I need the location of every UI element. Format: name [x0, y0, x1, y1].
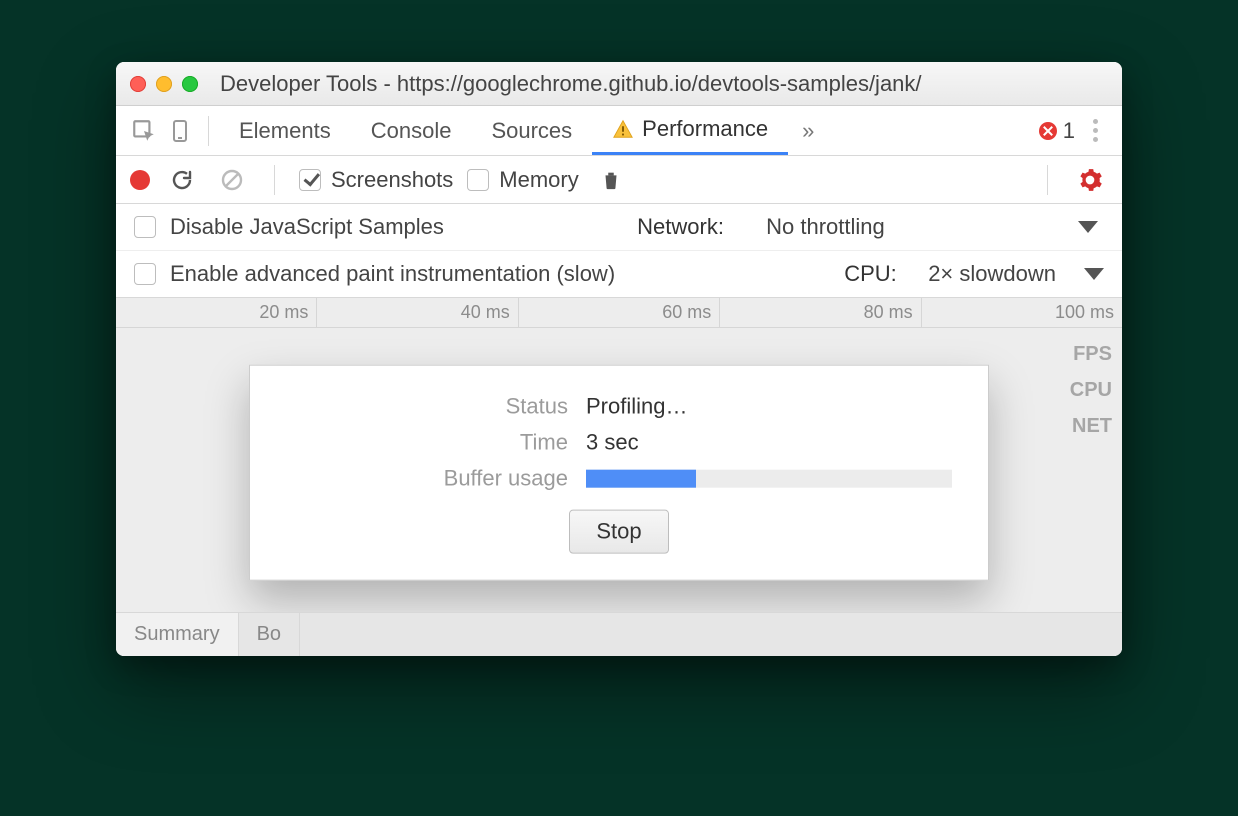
- more-tabs-icon[interactable]: »: [788, 118, 828, 144]
- lane-cpu: CPU: [1070, 372, 1112, 408]
- cpu-label: CPU:: [844, 261, 914, 287]
- screenshots-label: Screenshots: [331, 167, 453, 193]
- tab-sources[interactable]: Sources: [471, 106, 592, 155]
- tab-elements[interactable]: Elements: [219, 106, 351, 155]
- buffer-progress: [586, 470, 952, 488]
- device-toolbar-icon[interactable]: [162, 113, 198, 149]
- checkbox-icon: [299, 169, 321, 191]
- tab-summary[interactable]: Summary: [116, 613, 239, 656]
- checkbox-icon[interactable]: [134, 216, 156, 238]
- network-label: Network:: [637, 214, 752, 240]
- close-window-button[interactable]: [130, 76, 146, 92]
- clear-icon[interactable]: [214, 162, 250, 198]
- buffer-label: Buffer usage: [286, 466, 586, 492]
- memory-label: Memory: [499, 167, 578, 193]
- warning-icon: [612, 118, 634, 140]
- memory-toggle[interactable]: Memory: [467, 167, 578, 193]
- trash-icon[interactable]: [593, 162, 629, 198]
- tab-truncated[interactable]: Bo: [239, 613, 300, 656]
- lane-labels: FPS CPU NET: [1070, 336, 1112, 444]
- network-value[interactable]: No throttling: [766, 214, 885, 240]
- tab-performance[interactable]: Performance: [592, 106, 788, 155]
- perf-toolbar: Screenshots Memory: [116, 156, 1122, 204]
- tab-label: Elements: [239, 118, 331, 144]
- tab-label: Console: [371, 118, 452, 144]
- checkbox-icon: [467, 169, 489, 191]
- disable-js-samples-label: Disable JavaScript Samples: [170, 214, 444, 240]
- window-title: Developer Tools - https://googlechrome.g…: [220, 71, 922, 97]
- divider: [274, 165, 275, 195]
- lane-net: NET: [1070, 408, 1112, 444]
- details-tabbar: Summary Bo: [116, 612, 1122, 656]
- screenshots-toggle[interactable]: Screenshots: [299, 167, 453, 193]
- error-icon: [1039, 122, 1057, 140]
- timeline-area: 20 ms 40 ms 60 ms 80 ms 100 ms FPS CPU N…: [116, 298, 1122, 656]
- divider: [1047, 165, 1048, 195]
- advanced-paint-label: Enable advanced paint instrumentation (s…: [170, 261, 615, 287]
- record-button[interactable]: [130, 170, 150, 190]
- status-label: Status: [286, 394, 586, 420]
- tab-label: Performance: [642, 116, 768, 142]
- divider: [208, 116, 209, 146]
- traffic-lights: [130, 76, 198, 92]
- ruler-tick: 80 ms: [720, 298, 921, 327]
- time-label: Time: [286, 430, 586, 456]
- minimize-window-button[interactable]: [156, 76, 172, 92]
- tab-label: Sources: [491, 118, 572, 144]
- stop-button[interactable]: Stop: [569, 510, 668, 554]
- chevron-down-icon[interactable]: [1084, 268, 1104, 280]
- ruler-tick: 60 ms: [519, 298, 720, 327]
- tab-console[interactable]: Console: [351, 106, 472, 155]
- lane-fps: FPS: [1070, 336, 1112, 372]
- panel-tabbar: Elements Console Sources Performance » 1: [116, 106, 1122, 156]
- settings-row-paint-instrumentation: Enable advanced paint instrumentation (s…: [116, 250, 1122, 297]
- inspect-element-icon[interactable]: [126, 113, 162, 149]
- cpu-value[interactable]: 2× slowdown: [928, 261, 1056, 287]
- profiling-dialog: Status Profiling… Time 3 sec Buffer usag…: [249, 365, 989, 581]
- titlebar: Developer Tools - https://googlechrome.g…: [116, 62, 1122, 106]
- error-count: 1: [1063, 118, 1075, 144]
- ruler-tick: 20 ms: [116, 298, 317, 327]
- checkbox-icon[interactable]: [134, 263, 156, 285]
- time-value: 3 sec: [586, 430, 639, 456]
- settings-gear-icon[interactable]: [1072, 162, 1108, 198]
- zoom-window-button[interactable]: [182, 76, 198, 92]
- settings-row-js-samples: Disable JavaScript Samples Network: No t…: [116, 204, 1122, 250]
- reload-icon[interactable]: [164, 162, 200, 198]
- kebab-menu-icon[interactable]: [1075, 119, 1112, 142]
- chevron-down-icon[interactable]: [1078, 221, 1098, 233]
- timeline-ruler: 20 ms 40 ms 60 ms 80 ms 100 ms: [116, 298, 1122, 328]
- ruler-tick: 40 ms: [317, 298, 518, 327]
- error-count-badge[interactable]: 1: [1039, 118, 1075, 144]
- buffer-progress-fill: [586, 470, 696, 488]
- status-value: Profiling…: [586, 394, 687, 420]
- devtools-window: Developer Tools - https://googlechrome.g…: [116, 62, 1122, 656]
- capture-settings: Disable JavaScript Samples Network: No t…: [116, 204, 1122, 298]
- ruler-tick: 100 ms: [922, 298, 1122, 327]
